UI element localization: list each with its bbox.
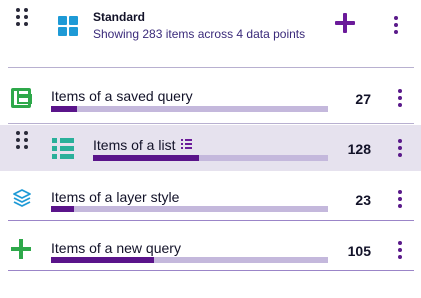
row-count: 27 xyxy=(355,91,371,107)
divider xyxy=(8,67,414,68)
drag-handle-icon[interactable] xyxy=(16,8,28,26)
list-item-list[interactable]: Items of a list 128 xyxy=(0,125,421,171)
divider xyxy=(8,123,414,124)
list-glyph-icon xyxy=(181,139,193,150)
plus-icon xyxy=(10,238,32,260)
progress-bar xyxy=(51,206,328,212)
divider xyxy=(8,270,414,271)
page-subtitle: Showing 283 items across 4 data points xyxy=(93,27,306,41)
drag-handle-icon[interactable] xyxy=(16,131,28,149)
grid-icon xyxy=(58,16,78,36)
progress-bar-fill xyxy=(51,206,74,212)
list-item-layer-style[interactable]: Items of a layer style 23 xyxy=(0,173,421,221)
progress-bar-fill xyxy=(51,257,154,263)
add-button[interactable] xyxy=(330,8,360,38)
layers-icon xyxy=(12,188,32,208)
list-icon xyxy=(52,138,74,160)
progress-bar-fill xyxy=(51,106,78,112)
page-title: Standard xyxy=(93,10,146,24)
progress-bar xyxy=(51,257,328,263)
row-menu-button[interactable] xyxy=(392,188,408,210)
list-item-saved-query[interactable]: Items of a saved query 27 xyxy=(0,73,421,121)
progress-bar xyxy=(93,155,328,161)
list-item-new-query[interactable]: Items of a new query 105 xyxy=(0,223,421,271)
header: Standard Showing 283 items across 4 data… xyxy=(0,0,421,56)
row-menu-button[interactable] xyxy=(392,87,408,109)
row-count: 23 xyxy=(355,192,371,208)
divider xyxy=(8,220,414,221)
row-label: Items of a list xyxy=(93,137,193,153)
row-count: 105 xyxy=(347,243,371,259)
row-menu-button[interactable] xyxy=(392,137,408,159)
progress-bar xyxy=(51,106,328,112)
progress-bar-fill xyxy=(93,155,200,161)
header-menu-button[interactable] xyxy=(388,14,404,36)
row-count: 128 xyxy=(347,141,371,157)
row-label: Items of a saved query xyxy=(51,88,193,104)
row-label: Items of a layer style xyxy=(51,189,180,205)
row-label: Items of a new query xyxy=(51,240,181,256)
save-icon xyxy=(11,88,32,108)
row-label-text: Items of a list xyxy=(93,137,176,153)
row-menu-button[interactable] xyxy=(392,239,408,261)
